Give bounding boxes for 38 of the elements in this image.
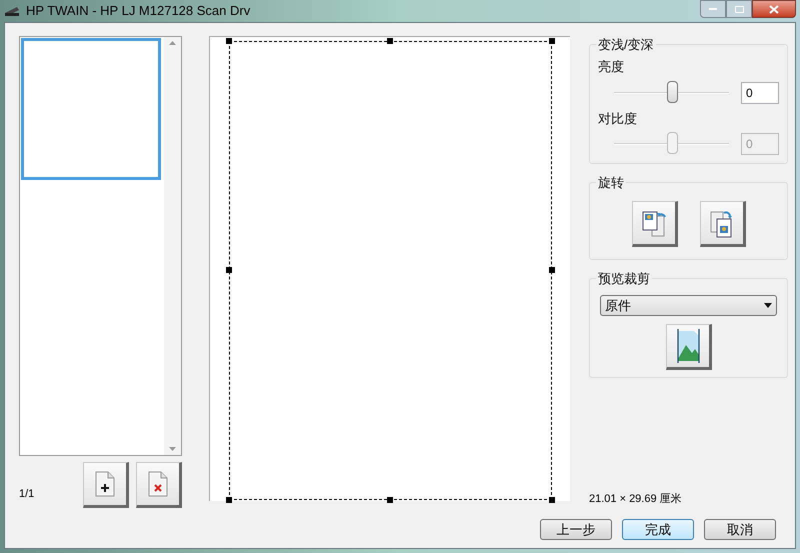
crop-handle[interactable] xyxy=(387,497,393,503)
rotate-right-button[interactable] xyxy=(700,201,746,247)
slider[interactable] xyxy=(614,80,729,104)
crop-handle[interactable] xyxy=(226,267,232,273)
dialog-button[interactable]: 取消 xyxy=(704,519,776,540)
crop-handle[interactable] xyxy=(226,38,232,44)
add-page-icon xyxy=(94,471,116,497)
slider[interactable] xyxy=(614,132,729,156)
scroll-down-icon xyxy=(169,447,176,451)
slider-label: 对比度 xyxy=(598,110,638,128)
page-size-label: 21.01 × 29.69 厘米 xyxy=(589,492,683,506)
crop-handle[interactable] xyxy=(549,497,555,503)
page-list[interactable] xyxy=(19,36,182,456)
dialog-button[interactable]: 完成 xyxy=(622,519,694,540)
minimize-button[interactable] xyxy=(700,0,726,18)
crop-handle[interactable] xyxy=(226,497,232,503)
window-title: HP TWAIN - HP LJ M127128 Scan Drv xyxy=(26,2,250,20)
page-thumbnail[interactable] xyxy=(21,38,161,180)
auto-crop-button[interactable] xyxy=(666,324,712,370)
rotate-left-button[interactable] xyxy=(632,201,678,247)
scrollbar[interactable] xyxy=(164,37,181,455)
crop-dropdown[interactable]: 原件 xyxy=(600,295,777,316)
close-icon xyxy=(769,4,779,14)
page-counter: 1/1 xyxy=(19,486,36,502)
maximize-button[interactable] xyxy=(726,0,752,18)
crop-handle[interactable] xyxy=(387,38,393,44)
scroll-up-icon xyxy=(169,41,176,45)
close-button[interactable] xyxy=(752,0,796,18)
dialog-button[interactable]: 上一步 xyxy=(540,519,612,540)
scanner-icon xyxy=(4,5,20,17)
slider-label: 亮度 xyxy=(598,58,625,76)
crop-handle[interactable] xyxy=(549,267,555,273)
crop-handle[interactable] xyxy=(549,38,555,44)
delete-page-icon xyxy=(147,471,169,497)
delete-page-button[interactable] xyxy=(136,462,182,508)
value-field[interactable]: 0 xyxy=(741,82,779,104)
add-page-button[interactable] xyxy=(83,462,129,508)
dropdown-arrow-icon xyxy=(764,303,772,308)
